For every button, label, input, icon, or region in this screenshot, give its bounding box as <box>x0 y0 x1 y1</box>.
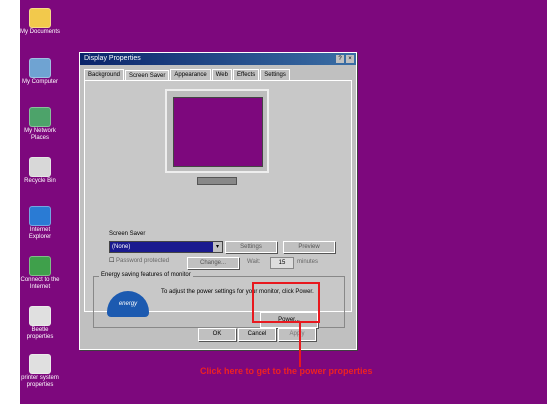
chevron-down-icon[interactable]: ▾ <box>213 242 222 252</box>
monitor-stand <box>197 177 237 185</box>
tab-strip: Background Screen Saver Appearance Web E… <box>80 65 356 81</box>
desktop-icon-label: Connect to the Internet <box>20 277 60 290</box>
annotation-caption: Click here to get to the power propertie… <box>200 366 373 376</box>
cancel-button[interactable]: Cancel <box>238 328 276 341</box>
desktop-icon-6[interactable]: Beetle properties <box>20 306 60 341</box>
help-button[interactable]: ? <box>336 55 344 63</box>
desktop-icon-label: My Network Places <box>24 128 56 141</box>
dialog-title: Display Properties <box>84 55 141 62</box>
settings-button[interactable]: Settings <box>225 241 277 253</box>
wait-label: Wait: <box>247 259 261 265</box>
desktop-icon-0[interactable]: My Documents <box>20 8 60 36</box>
minutes-label: minutes <box>297 259 319 265</box>
printer-icon <box>29 354 51 374</box>
desktop-icon-7[interactable]: printer system properties <box>20 354 60 389</box>
computer-icon <box>29 58 51 78</box>
beetle-icon <box>29 306 51 326</box>
dialog-titlebar[interactable]: Display Properties ? × <box>80 53 356 65</box>
desktop-icon-label: printer system properties <box>21 375 59 388</box>
tab-settings[interactable]: Settings <box>260 69 290 80</box>
ok-button[interactable]: OK <box>198 328 236 341</box>
monitor-preview <box>165 89 269 173</box>
screen-saver-select[interactable]: (None) ▾ <box>109 241 223 253</box>
wait-minutes-input[interactable]: 15 <box>270 257 294 269</box>
preview-button[interactable]: Preview <box>283 241 335 253</box>
desktop-icon-label: Recycle Bin <box>24 178 56 184</box>
annotation-pointer-line <box>299 323 301 367</box>
internet-explorer-icon <box>29 206 51 226</box>
monitor-screen <box>173 97 263 167</box>
tab-background[interactable]: Background <box>84 69 125 80</box>
desktop-icon-3[interactable]: Recycle Bin <box>20 157 60 185</box>
connect-internet-icon <box>29 256 51 276</box>
desktop-icon-1[interactable]: My Computer <box>20 58 60 86</box>
energy-group-title: Energy saving features of monitor <box>99 272 193 278</box>
desktop-icon-label: My Documents <box>20 29 61 35</box>
apply-button[interactable]: Apply <box>278 328 316 341</box>
recycle-bin-icon <box>29 157 51 177</box>
power-button-highlight <box>252 282 320 323</box>
folder-icon <box>29 8 51 28</box>
desktop-icon-label: Beetle properties <box>26 327 54 340</box>
network-icon <box>29 107 51 127</box>
tab-effects[interactable]: Effects <box>232 69 260 80</box>
desktop-icon-4[interactable]: Internet Explorer <box>20 206 60 241</box>
energy-logo-text: energy <box>118 301 138 307</box>
tab-appearance[interactable]: Appearance <box>170 69 211 80</box>
desktop-icon-label: My Computer <box>21 79 58 85</box>
screen-saver-panel: Screen Saver (None) ▾ Settings Preview ☐… <box>84 80 352 328</box>
close-button[interactable]: × <box>346 55 354 63</box>
password-protected-checkbox[interactable]: ☐ Password protected <box>109 257 169 264</box>
screen-saver-label: Screen Saver <box>109 231 146 237</box>
screen-saver-value: (None) <box>112 244 131 250</box>
desktop-icon-label: Internet Explorer <box>28 227 52 240</box>
change-button[interactable]: Change... <box>187 257 239 269</box>
tab-web[interactable]: Web <box>211 69 232 80</box>
password-protected-label: Password protected <box>116 258 170 264</box>
desktop-icon-2[interactable]: My Network Places <box>20 107 60 142</box>
desktop: My Documents My Computer My Network Places… <box>20 0 547 404</box>
desktop-icon-5[interactable]: Connect to the Internet <box>20 256 60 291</box>
